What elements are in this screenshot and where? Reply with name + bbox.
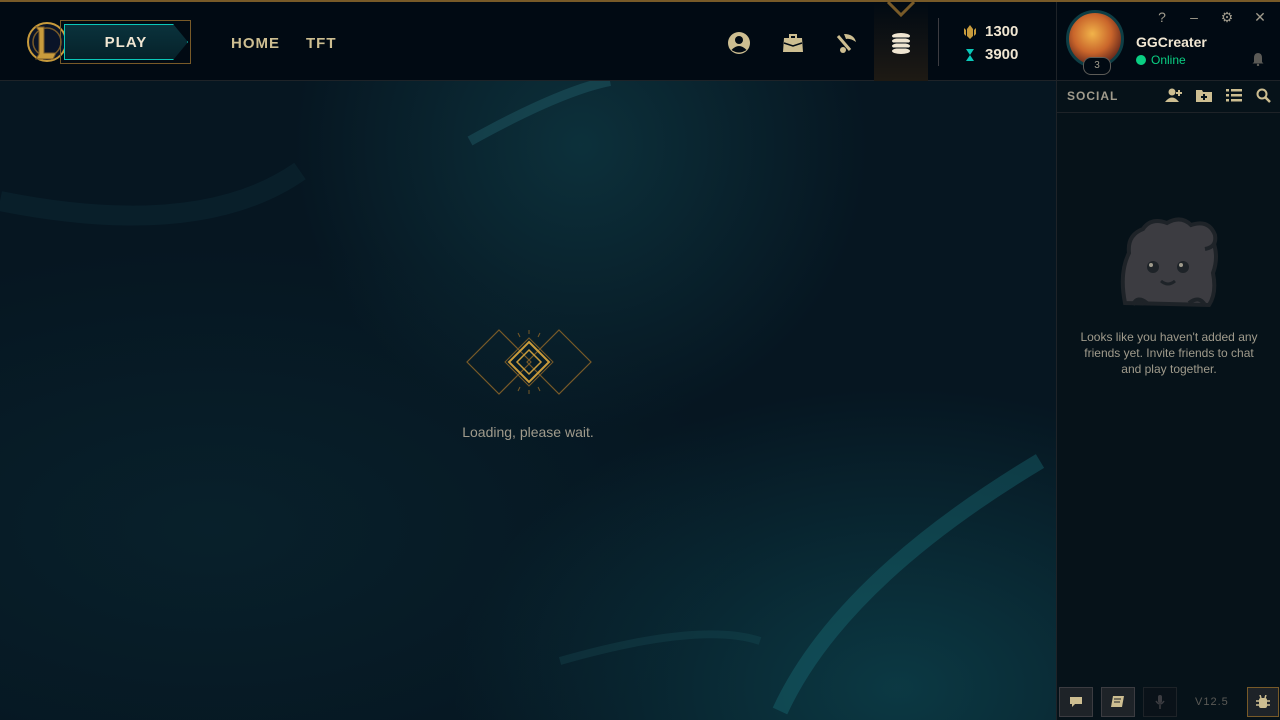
nav-home[interactable]: HOME — [231, 35, 280, 52]
settings-button[interactable]: ⚙ — [1218, 8, 1236, 26]
riot-points-value: 3900 — [985, 46, 1019, 63]
loading-spinner-icon — [466, 329, 592, 395]
blue-essence-balance[interactable]: 1300 — [963, 23, 1018, 40]
search-icon[interactable] — [1255, 87, 1273, 103]
loot-icon[interactable] — [834, 30, 860, 56]
background-swirl — [0, 81, 1045, 715]
microphone-icon — [1155, 695, 1165, 709]
missions-scroll-icon — [1111, 696, 1124, 707]
close-button[interactable]: ✕ — [1251, 8, 1269, 26]
social-panel: SOCIAL Looks like you haven't added any … — [1056, 81, 1280, 720]
blue-essence-icon — [964, 24, 976, 39]
social-header-divider — [1057, 112, 1280, 113]
empty-friends-message: Looks like you haven't added any friends… — [1080, 330, 1258, 376]
add-friend-icon[interactable] — [1165, 87, 1183, 103]
collection-icon[interactable] — [780, 30, 806, 56]
status-text: Online — [1151, 53, 1186, 67]
help-button[interactable]: ? — [1153, 8, 1171, 26]
profile-panel: 3 GGCreater Online ? – ⚙ ✕ — [1056, 2, 1280, 82]
profile-icon[interactable] — [726, 30, 752, 56]
loading-message: Loading, please wait. — [0, 424, 1056, 440]
status-indicator[interactable]: Online — [1136, 53, 1186, 67]
client-version: V12.5 — [1195, 696, 1229, 708]
notification-bell-icon[interactable] — [1251, 52, 1265, 66]
voice-button[interactable] — [1143, 687, 1177, 717]
riot-points-balance[interactable]: 3900 — [963, 46, 1018, 63]
list-view-icon[interactable] — [1225, 87, 1243, 103]
blue-essence-value: 1300 — [985, 23, 1019, 40]
chat-button[interactable] — [1059, 687, 1093, 717]
social-title: SOCIAL — [1067, 89, 1119, 103]
social-bottom-bar: V12.5 — [1057, 685, 1280, 720]
currency-divider — [938, 18, 939, 66]
poro-mascot-icon — [1120, 217, 1218, 308]
bug-icon — [1256, 695, 1270, 708]
online-status-dot-icon — [1136, 55, 1146, 65]
play-button[interactable]: PLAY — [64, 24, 188, 60]
main-content-area: Loading, please wait. — [0, 81, 1056, 720]
add-folder-icon[interactable] — [1195, 87, 1213, 103]
chat-icon — [1070, 697, 1082, 707]
play-button-label: PLAY — [104, 33, 148, 51]
nav-tft[interactable]: TFT — [306, 35, 337, 52]
loading-text: Loading, please wait. — [462, 424, 594, 440]
report-bug-button[interactable] — [1247, 687, 1279, 717]
missions-button[interactable] — [1101, 687, 1135, 717]
username[interactable]: GGCreater — [1136, 34, 1207, 50]
top-navigation-bar: PLAY HOME TFT 1300 3900 3 GGCreater Onli… — [0, 0, 1280, 82]
minimize-button[interactable]: – — [1185, 8, 1203, 26]
store-active-indicator-icon — [886, 2, 916, 18]
store-icon[interactable] — [888, 30, 914, 56]
summoner-level-badge: 3 — [1083, 57, 1111, 75]
riot-points-icon — [966, 48, 974, 61]
